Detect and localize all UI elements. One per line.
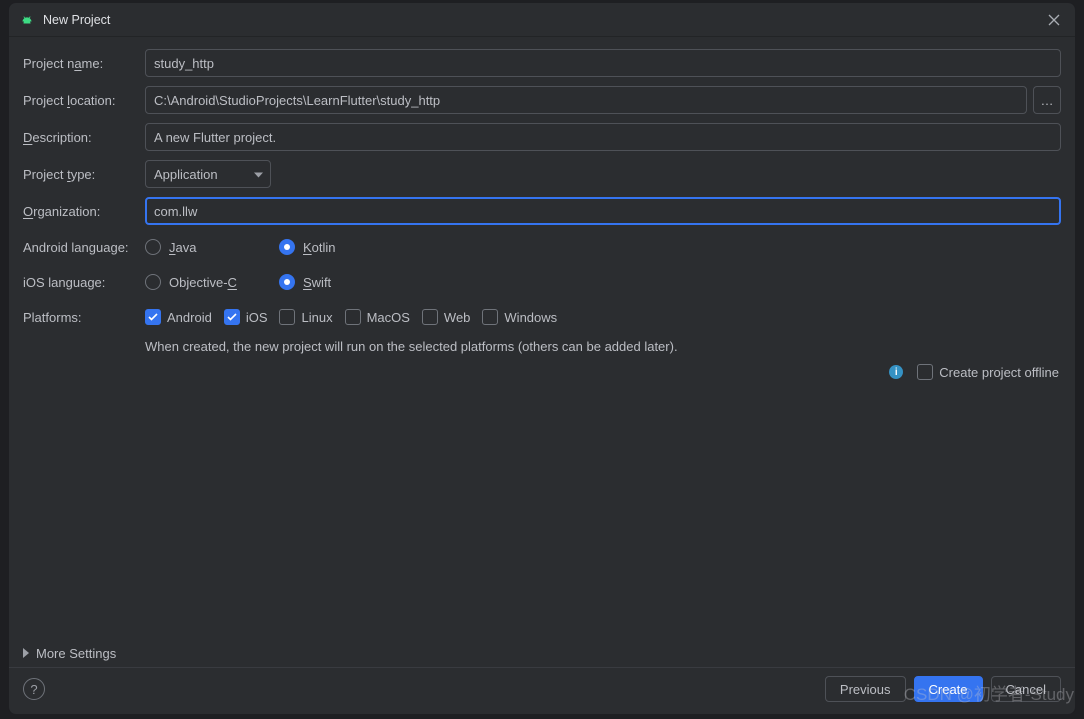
create-offline-checkbox[interactable]: Create project offline (917, 364, 1059, 380)
ios-lang-swift-radio[interactable]: Swift (279, 274, 413, 290)
titlebar: New Project (9, 3, 1075, 37)
more-settings-expander[interactable]: More Settings (23, 646, 1061, 661)
platform-android-checkbox[interactable]: Android (145, 309, 212, 325)
cancel-button[interactable]: Cancel (991, 676, 1061, 702)
android-lang-java-radio[interactable]: Java (145, 239, 279, 255)
ios-lang-objc-radio[interactable]: Objective-C (145, 274, 279, 290)
platform-linux-checkbox[interactable]: Linux (279, 309, 332, 325)
window-title: New Project (43, 13, 110, 27)
close-button[interactable] (1043, 9, 1065, 31)
ios-language-label: iOS language: (23, 275, 145, 290)
platforms-note: When created, the new project will run o… (145, 339, 1061, 354)
android-studio-icon (19, 12, 35, 28)
organization-input[interactable] (145, 197, 1061, 225)
description-input[interactable] (145, 123, 1061, 151)
organization-label: Organization: (23, 204, 145, 219)
platform-web-checkbox[interactable]: Web (422, 309, 471, 325)
project-type-select[interactable]: Application (145, 160, 271, 188)
project-type-label: Project type: (23, 167, 145, 182)
new-project-dialog: New Project Project name: Project locati… (8, 2, 1076, 715)
project-location-label: Project location: (23, 93, 145, 108)
platform-ios-checkbox[interactable]: iOS (224, 309, 268, 325)
dialog-content: Project name: Project location: … Descri… (9, 37, 1075, 639)
project-name-input[interactable] (145, 49, 1061, 77)
platform-windows-checkbox[interactable]: Windows (482, 309, 557, 325)
project-location-input[interactable] (145, 86, 1027, 114)
chevron-right-icon (23, 646, 30, 661)
browse-location-button[interactable]: … (1033, 86, 1061, 114)
platform-macos-checkbox[interactable]: MacOS (345, 309, 410, 325)
info-icon[interactable]: i (889, 365, 903, 379)
description-label: Description: (23, 130, 145, 145)
previous-button[interactable]: Previous (825, 676, 906, 702)
project-name-label: Project name: (23, 56, 145, 71)
editor-gutter (0, 2, 8, 715)
create-button[interactable]: Create (914, 676, 983, 702)
android-lang-kotlin-radio[interactable]: Kotlin (279, 239, 413, 255)
platforms-label: Platforms: (23, 310, 145, 325)
help-button[interactable]: ? (23, 678, 45, 700)
android-language-label: Android language: (23, 240, 145, 255)
